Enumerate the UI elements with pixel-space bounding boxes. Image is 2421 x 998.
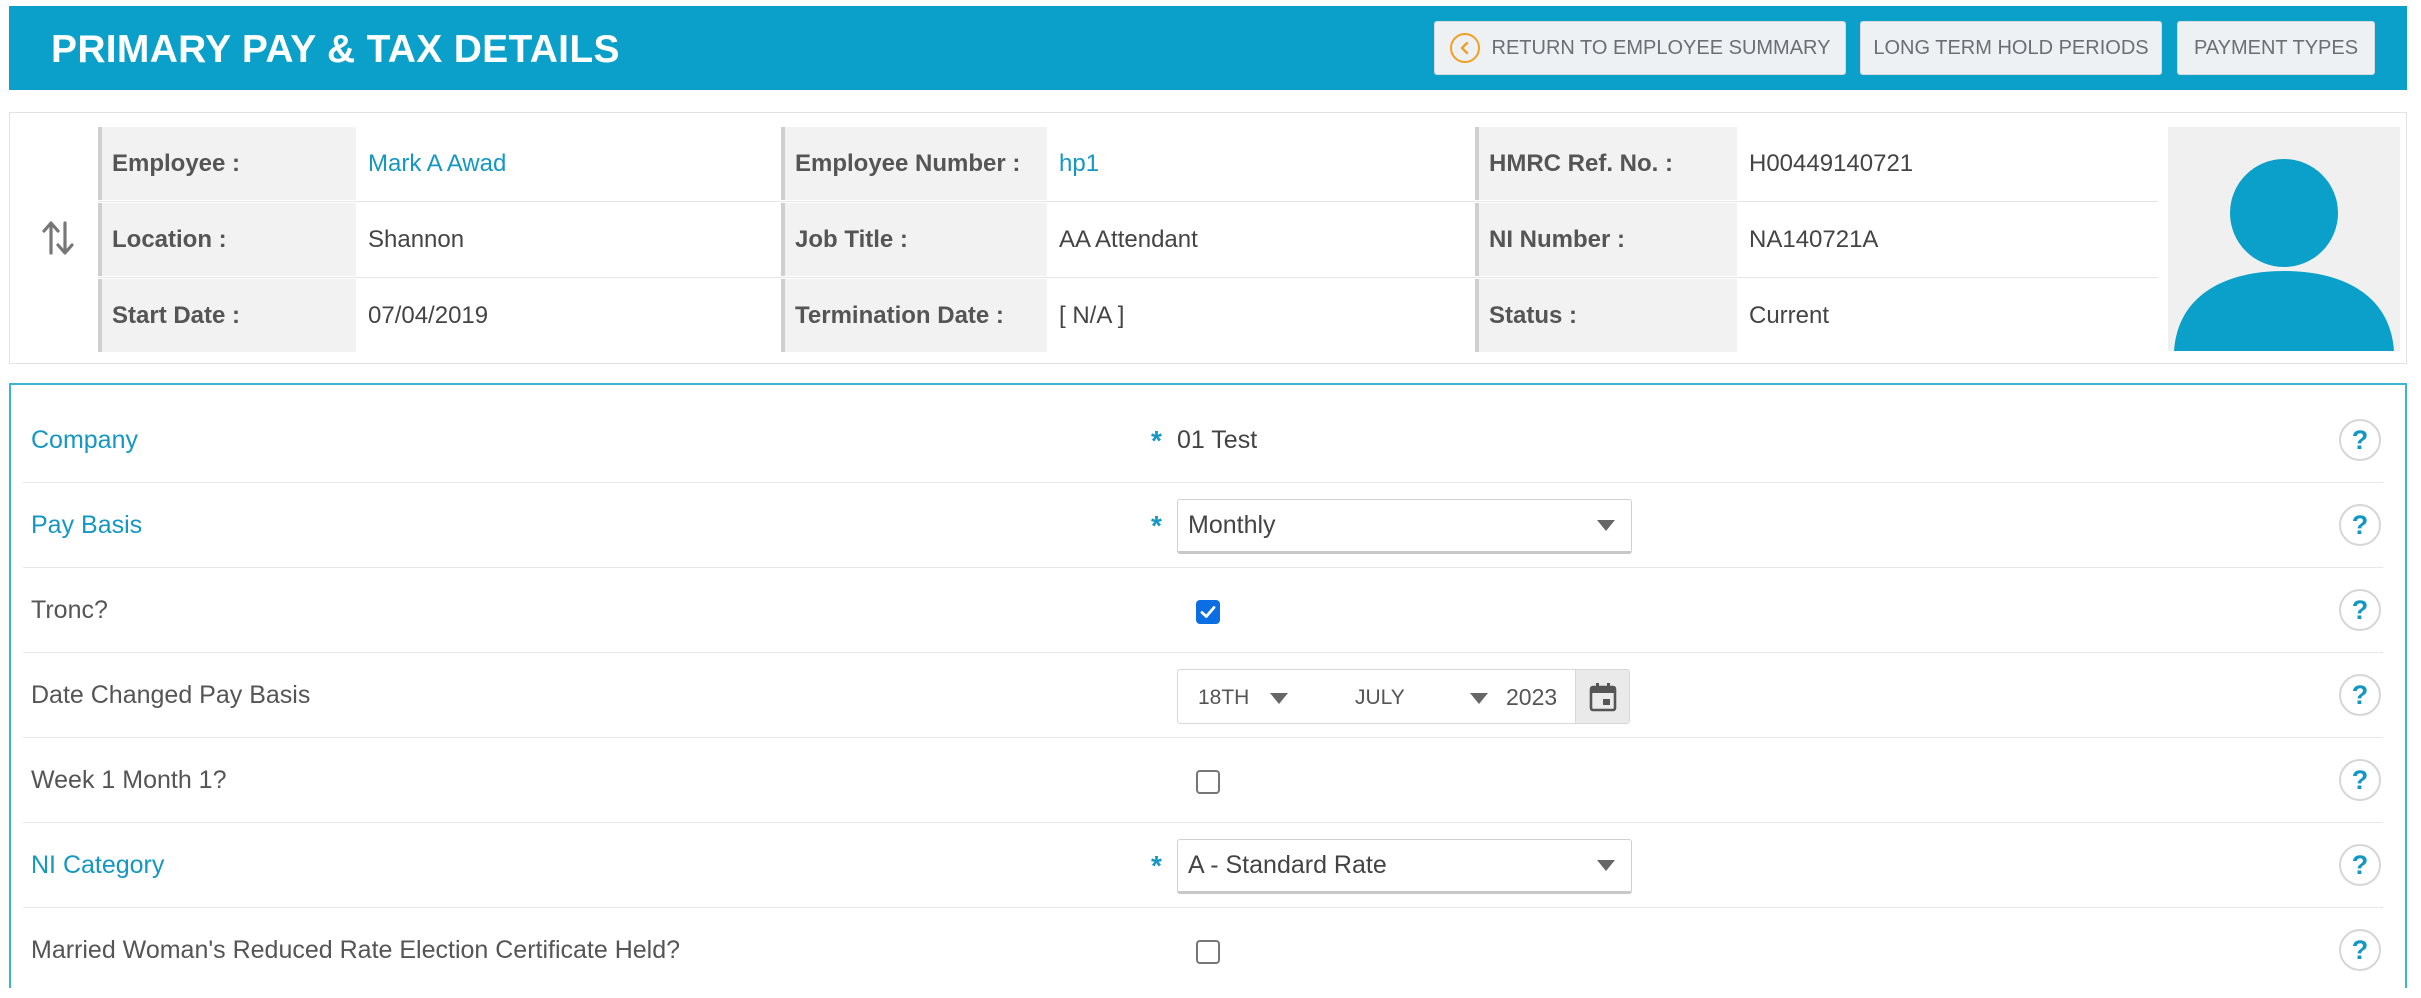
location-value: Shannon — [368, 225, 465, 253]
chevron-down-icon — [1597, 860, 1615, 871]
week1-month1-row: Week 1 Month 1? ? — [23, 738, 2383, 823]
calendar-icon — [1589, 682, 1616, 711]
page-frame: PRIMARY PAY & TAX DETAILS RETURN TO EMPL… — [0, 0, 2421, 998]
long-term-hold-periods-button[interactable]: LONG TERM HOLD PERIODS — [1860, 21, 2162, 75]
required-marker: * — [1151, 424, 1162, 456]
status-value: Current — [1749, 301, 1830, 329]
chevron-down-icon — [1270, 693, 1288, 704]
ni-number-label: NI Number : — [1475, 203, 1737, 276]
date-picker: 18TH JULY 2023 — [1177, 669, 1630, 724]
tronc-checkbox[interactable] — [1196, 600, 1220, 624]
help-glyph: ? — [2351, 594, 2369, 625]
calendar-button[interactable] — [1575, 670, 1629, 723]
hmrc-ref-value: H00449140721 — [1749, 149, 1914, 177]
company-value: 01 Test — [1177, 426, 1258, 454]
help-glyph: ? — [2351, 764, 2369, 795]
location-label: Location : — [98, 203, 356, 276]
return-button-label: RETURN TO EMPLOYEE SUMMARY — [1491, 36, 1831, 59]
pay-basis-select[interactable]: Monthly — [1177, 499, 1632, 554]
job-title-value: AA Attendant — [1059, 225, 1198, 253]
pay-basis-row: Pay Basis * Monthly ? — [23, 483, 2383, 568]
month-select[interactable]: JULY — [1355, 670, 1405, 725]
help-icon[interactable]: ? — [2339, 844, 2381, 886]
pay-basis-label: Pay Basis — [31, 511, 143, 539]
page-title: PRIMARY PAY & TAX DETAILS — [51, 28, 620, 71]
employee-label: Employee : — [98, 127, 356, 200]
pay-tax-form: Company * 01 Test ? Pay Basis * Monthly … — [9, 383, 2407, 988]
married-woman-checkbox[interactable] — [1196, 940, 1220, 964]
user-silhouette-icon — [2174, 159, 2394, 351]
married-woman-row: Married Woman's Reduced Rate Election Ce… — [23, 908, 2383, 993]
help-glyph: ? — [2351, 509, 2369, 540]
help-icon[interactable]: ? — [2339, 504, 2381, 546]
payment-types-button[interactable]: PAYMENT TYPES — [2177, 21, 2375, 75]
page-header: PRIMARY PAY & TAX DETAILS RETURN TO EMPL… — [9, 6, 2407, 90]
week1-month1-checkbox[interactable] — [1196, 770, 1220, 794]
help-glyph: ? — [2351, 934, 2369, 965]
ni-category-select[interactable]: A - Standard Rate — [1177, 839, 1632, 894]
chevron-down-icon — [1597, 520, 1615, 531]
help-glyph: ? — [2351, 679, 2369, 710]
ni-category-selected-value: A - Standard Rate — [1188, 851, 1387, 879]
help-icon[interactable]: ? — [2339, 589, 2381, 631]
company-row: Company * 01 Test ? — [23, 398, 2383, 483]
termination-date-label: Termination Date : — [781, 279, 1047, 352]
help-icon[interactable]: ? — [2339, 759, 2381, 801]
date-changed-label: Date Changed Pay Basis — [31, 681, 311, 709]
row-divider — [98, 201, 2158, 202]
termination-date-value: [ N/A ] — [1059, 301, 1125, 329]
employee-name-link[interactable]: Mark A Awad — [356, 127, 786, 200]
help-glyph: ? — [2351, 849, 2369, 880]
payment-types-button-label: PAYMENT TYPES — [2193, 36, 2359, 59]
married-woman-label: Married Woman's Reduced Rate Election Ce… — [31, 936, 681, 964]
day-select[interactable]: 18TH — [1198, 670, 1249, 725]
row-divider — [98, 277, 2158, 278]
chevron-left-circle-icon — [1449, 33, 1480, 63]
hmrc-ref-label: HMRC Ref. No. : — [1475, 127, 1737, 200]
required-marker: * — [1151, 849, 1162, 881]
tronc-row: Tronc? ? — [23, 568, 2383, 653]
employee-number-link[interactable]: hp1 — [1047, 127, 1477, 200]
chevron-down-icon — [1470, 693, 1488, 704]
ni-category-row: NI Category * A - Standard Rate ? — [23, 823, 2383, 908]
help-glyph: ? — [2351, 424, 2369, 455]
date-changed-row: Date Changed Pay Basis 18TH JULY 2023 ? — [23, 653, 2383, 738]
job-title-label: Job Title : — [781, 203, 1047, 276]
ni-number-value: NA140721A — [1749, 225, 1879, 253]
swap-vertical-icon[interactable] — [40, 218, 76, 258]
status-label: Status : — [1475, 279, 1737, 352]
help-icon[interactable]: ? — [2339, 419, 2381, 461]
year-input[interactable]: 2023 — [1506, 670, 1557, 725]
return-to-employee-summary-button[interactable]: RETURN TO EMPLOYEE SUMMARY — [1434, 21, 1846, 75]
pay-basis-selected-value: Monthly — [1188, 511, 1276, 539]
help-icon[interactable]: ? — [2339, 929, 2381, 971]
ni-category-label: NI Category — [31, 851, 165, 879]
required-marker: * — [1151, 509, 1162, 541]
employee-info-panel: Employee : Mark A Awad Employee Number :… — [9, 112, 2407, 364]
help-icon[interactable]: ? — [2339, 674, 2381, 716]
hold-button-label: LONG TERM HOLD PERIODS — [1873, 36, 2149, 59]
company-label: Company — [31, 426, 138, 454]
week1-month1-label: Week 1 Month 1? — [31, 766, 227, 794]
start-date-value: 07/04/2019 — [368, 301, 489, 329]
avatar — [2168, 127, 2400, 351]
employee-number-label: Employee Number : — [781, 127, 1047, 200]
checkmark-icon — [1200, 606, 1216, 618]
start-date-label: Start Date : — [98, 279, 356, 352]
tronc-label: Tronc? — [31, 596, 108, 624]
